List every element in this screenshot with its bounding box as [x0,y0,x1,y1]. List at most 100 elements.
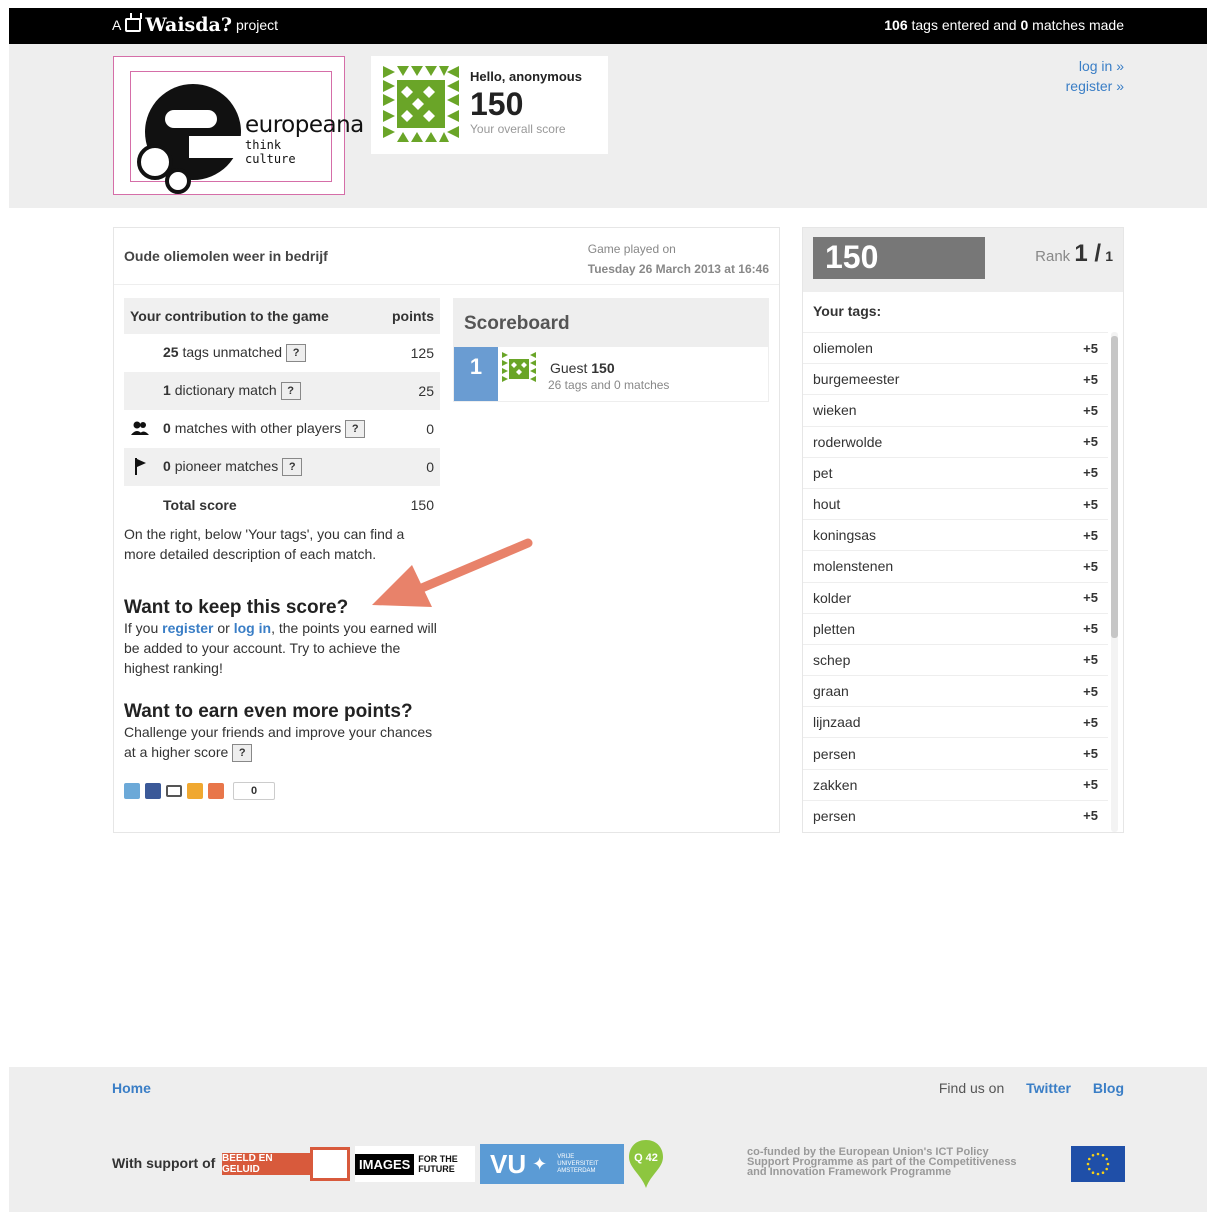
share-count: 0 [233,782,275,801]
e-mark-cut [189,136,241,158]
tag-name: molenstenen [813,558,894,575]
tag-name: zakken [813,776,858,793]
table-row: 0 matches with other players? 0 [124,410,440,448]
register-inline-link[interactable]: register [162,620,213,636]
played-date: Tuesday 26 March 2013 at 16:46 [587,262,769,276]
home-link[interactable]: Home [112,1080,151,1096]
list-item[interactable]: schep +5 [803,643,1108,675]
images-for-the-future-logo[interactable]: IMAGES FOR THE FUTURE [355,1146,475,1182]
beeld-en-geluid-logo[interactable]: BEELD EN GELUID [221,1146,351,1182]
list-item[interactable]: zakken +5 [803,768,1108,800]
user-card: Hello, anonymous 150 Your overall score [371,56,608,154]
tag-points: +5 [1083,746,1098,762]
tag-list: oliemolen +5 burgemeester +5 wieken +5 rode… [803,332,1108,831]
tag-name: koningsas [813,527,877,544]
tag-points: +5 [1083,465,1098,481]
list-item[interactable]: graan +5 [803,675,1108,706]
tag-name: graan [813,683,849,700]
list-item[interactable]: molenstenen +5 [803,550,1108,581]
e-mark-ring-small [165,168,191,194]
player-avatar [502,352,536,386]
vu-sub-2: UNIVERSITEIT [557,1160,599,1167]
list-item[interactable]: pletten +5 [803,612,1108,644]
list-item[interactable]: persen +5 [803,737,1108,768]
help-button[interactable]: ? [286,344,307,363]
q42-text: Q 42 [634,1152,658,1164]
game-summary-panel: Oude oliemolen weer in bedrijf Game play… [113,227,780,833]
facebook-icon[interactable] [145,783,161,800]
brand-suffix: project [236,17,279,33]
keep-text-or: or [217,620,230,636]
overall-score: 150 [470,86,524,122]
row-label: 0 matches with other players? [163,419,366,439]
scoreboard: Scoreboard 1 Guest 150 26 tags and 0 mat… [453,298,769,402]
tag-name: persen [813,745,856,762]
login-link[interactable]: log in » [1066,56,1124,76]
login-inline-link[interactable]: log in [234,620,271,636]
list-item[interactable]: persen +5 [803,799,1108,831]
rank-total: 1 [1105,248,1113,264]
q42-logo[interactable]: Q 42 [627,1139,665,1189]
greeting: Hello, anonymous [470,69,582,84]
blog-link[interactable]: Blog [1093,1080,1124,1096]
share-bar: 0 [124,782,440,801]
list-item[interactable]: koningsas +5 [803,519,1108,550]
total-label: Total score [163,497,237,513]
scrollbar-thumb[interactable] [1111,336,1118,638]
list-item[interactable]: oliemolen +5 [803,332,1108,363]
vu-amsterdam-logo[interactable]: VU ✦ VRIJE UNIVERSITEIT AMSTERDAM [480,1144,624,1184]
avatar [383,66,459,142]
row-text: dictionary match [174,381,277,398]
list-item[interactable]: burgemeester +5 [803,363,1108,394]
matches-text: matches made [1032,17,1124,33]
brand-name: Waisda? [145,14,232,36]
print-icon[interactable] [166,785,182,798]
vu-sub-3: AMSTERDAM [557,1167,596,1174]
images-text: IMAGES [355,1153,415,1175]
player-stats: 26 tags and 0 matches [548,378,670,392]
player-score: 150 [591,360,615,376]
annotation-arrow-icon [372,538,533,607]
list-item[interactable]: kolder +5 [803,581,1108,613]
eu-flag-icon [1071,1146,1125,1182]
griffin-icon: ✦ [532,1153,548,1174]
row-count: 0 [163,419,171,436]
row-text: tags unmatched [182,343,283,360]
game-title: Oude oliemolen weer in bedrijf [124,248,328,264]
earn-more-heading: Want to earn even more points? [124,701,413,722]
e-mark-hole [165,110,217,128]
list-item[interactable]: pet +5 [803,456,1108,488]
europeana-logo[interactable]: europeana think culture [113,56,364,195]
register-link[interactable]: register » [1066,76,1124,96]
played-label: Game played on [587,242,676,256]
row-points: 0 [426,421,434,437]
tag-name: burgemeester [813,371,900,388]
list-item[interactable]: roderwolde +5 [803,425,1108,457]
scoreboard-entry[interactable]: 1 Guest 150 26 tags and 0 matches [454,347,768,401]
help-button[interactable]: ? [345,420,366,439]
tag-name: lijnzaad [813,714,861,731]
waisda-brand[interactable]: A Waisda? project [112,14,278,36]
total-value: 150 [410,497,434,513]
contribution-header-label: Your contribution to the game [130,308,329,324]
help-button[interactable]: ? [280,382,301,401]
logo-tagline: think culture [245,138,296,166]
row-label: 1 dictionary match? [163,381,301,401]
tag-name: roderwolde [813,433,883,450]
tags-text: tags entered and [911,17,1017,33]
hyves-icon[interactable] [187,783,203,800]
scoreboard-title: Scoreboard [454,299,768,347]
help-button[interactable]: ? [282,458,303,477]
divider [114,284,779,285]
twitter-link[interactable]: Twitter [1026,1080,1071,1096]
help-button[interactable]: ? [232,744,253,763]
twitter-icon[interactable] [124,783,140,800]
tv-icon [125,18,142,32]
list-item[interactable]: lijnzaad +5 [803,706,1108,737]
addthis-icon[interactable] [208,783,224,800]
list-item[interactable]: hout +5 [803,487,1108,519]
matches-count: 0 [1020,17,1029,33]
list-item[interactable]: wieken +5 [803,394,1108,425]
eu-funding-note: co-funded by the European Union's ICT Po… [747,1147,1017,1178]
row-points: 0 [426,459,434,475]
